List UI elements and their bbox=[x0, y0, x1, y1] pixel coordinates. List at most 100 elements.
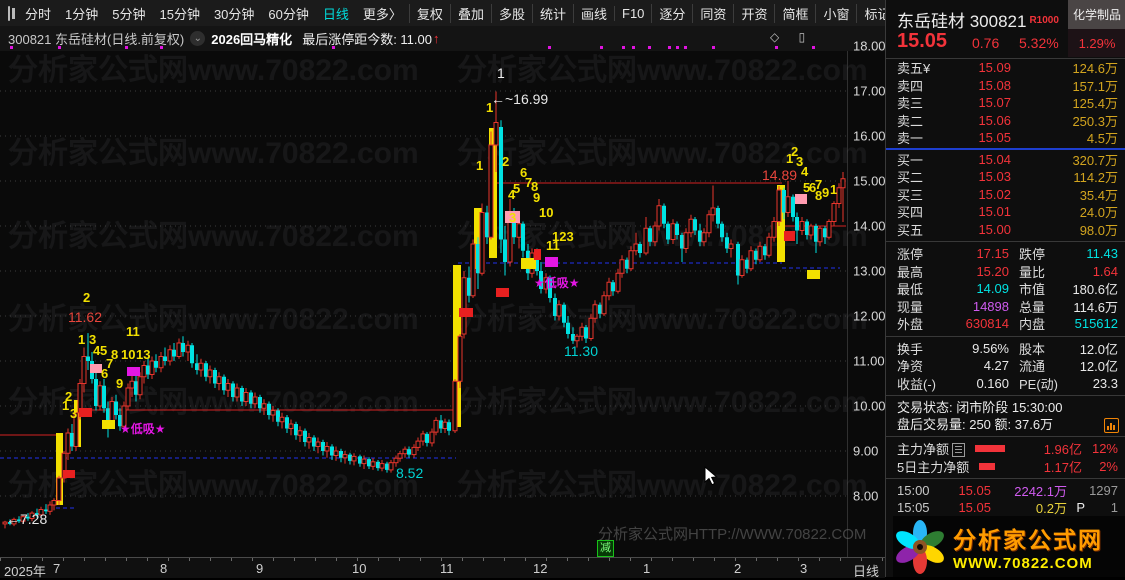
toolbar-item-叠加[interactable]: 叠加 bbox=[449, 3, 491, 23]
x-axis-month: 3 bbox=[800, 561, 808, 576]
toolbar-item-画线[interactable]: 画线 bbox=[572, 3, 614, 23]
signal-dot bbox=[648, 46, 651, 49]
signal-dot bbox=[712, 46, 715, 49]
main-net-block: 主力净额 1.96亿 12% 5日主力净额 1.17亿 2% bbox=[886, 440, 1125, 475]
x-axis-month: 9 bbox=[256, 561, 264, 576]
toolbar-item-简框[interactable]: 简框 bbox=[774, 3, 815, 23]
stat-row: 最高 15.20 量比 1.64 bbox=[897, 263, 1118, 280]
sell-row[interactable]: 卖四 15.08 157.1万 bbox=[886, 77, 1125, 95]
logo-url: WWW.70822.COM bbox=[953, 555, 1093, 572]
toolbar-item-小窗[interactable]: 小窗 bbox=[815, 3, 856, 23]
logo-site-name: 分析家公式网 bbox=[953, 527, 1103, 553]
trade-status: 交易状态: 闭市阶段 15:30:00 bbox=[897, 400, 1063, 415]
y-axis-label: 17.00 bbox=[853, 83, 886, 99]
net-inflow-bar bbox=[979, 462, 996, 470]
buy-row[interactable]: 买三 15.02 35.4万 bbox=[886, 186, 1125, 204]
main-net-row: 5日主力净额 1.17亿 2% bbox=[897, 458, 1118, 475]
stat-row: 最低 14.09 市值 180.6亿 bbox=[897, 281, 1118, 298]
signal-dot bbox=[684, 46, 687, 49]
reduce-marker-badge: 减 bbox=[597, 540, 614, 557]
sell-row[interactable]: 卖一 15.05 4.5万 bbox=[886, 129, 1125, 147]
stock-code-title: 300821 东岳硅材(日线.前复权) bbox=[8, 32, 185, 47]
buy-row[interactable]: 买四 15.01 24.0万 bbox=[886, 203, 1125, 221]
after-hours-volume: 盘后交易量: 250 额: 37.6万 bbox=[886, 416, 1125, 433]
indicator-tag: 2026回马精化 bbox=[211, 32, 293, 47]
sell-row[interactable]: 卖三 15.07 125.4万 bbox=[886, 94, 1125, 112]
toolbar-item-日线[interactable]: 日线 bbox=[316, 4, 356, 23]
detail-list-icon[interactable] bbox=[952, 442, 966, 457]
x-axis-month: 7 bbox=[53, 561, 61, 576]
industry-name: 化学制品 bbox=[1068, 0, 1125, 29]
stat-row: 现量 14898 总量 114.6万 bbox=[897, 298, 1118, 315]
last-price: 15.05 bbox=[897, 30, 948, 52]
y-axis-label: 18.00 bbox=[853, 38, 886, 54]
stat-row: 外盘 630814 内盘 515612 bbox=[897, 316, 1118, 333]
stats-block-2: 换手 9.56% 股本 12.0亿 净资 4.27 流通 12.0亿 收益(-) 0.160 PE(… bbox=[886, 340, 1125, 393]
watermark-logo: 分析家公式网 WWW.70822.COM bbox=[893, 516, 1125, 577]
x-axis-month: 2 bbox=[734, 561, 742, 576]
signal-dot bbox=[548, 46, 551, 49]
toolbar-item-分时[interactable]: 分时 bbox=[18, 4, 58, 23]
y-axis-label: 10.00 bbox=[853, 398, 886, 414]
tick-row: 15:00 15.05 2242.1万 1297 bbox=[897, 483, 1118, 499]
signal-dot bbox=[160, 46, 163, 49]
x-axis-month: 11 bbox=[440, 561, 454, 576]
toolbar-item-5分钟[interactable]: 5分钟 bbox=[105, 4, 152, 23]
price-change: 0.76 bbox=[972, 35, 1000, 51]
buy-row[interactable]: 买一 15.04 320.7万 bbox=[886, 151, 1125, 169]
after-hours-chart-icon[interactable] bbox=[1104, 418, 1119, 433]
buy-queue: 买一 15.04 320.7万 买二 15.03 114.2万 买三 15.02 35.4万 买四… bbox=[886, 151, 1125, 239]
toolbar-item-15分钟[interactable]: 15分钟 bbox=[152, 4, 206, 23]
y-axis-label: 8.00 bbox=[853, 488, 879, 504]
toolbar-item-F10[interactable]: F10 bbox=[614, 5, 651, 21]
stat-row: 净资 4.27 流通 12.0亿 bbox=[897, 358, 1118, 375]
toolbar-item-1分钟[interactable]: 1分钟 bbox=[58, 4, 105, 23]
toolbar-item-复权[interactable]: 复权 bbox=[408, 3, 450, 23]
signal-dot bbox=[632, 46, 635, 49]
signal-dot bbox=[125, 46, 128, 49]
chart-title-bar: 300821 东岳硅材(日线.前复权) ⌄ 2026回马精化 最后涨停距今数: … bbox=[0, 26, 885, 52]
buy-row[interactable]: 买二 15.03 114.2万 bbox=[886, 168, 1125, 186]
net-inflow-bar bbox=[975, 445, 1006, 453]
x-axis-month: 10 bbox=[352, 561, 367, 576]
period-label: 日线 bbox=[853, 564, 880, 579]
stat-row: 收益(-) 0.160 PE(动) 23.3 bbox=[897, 375, 1118, 392]
toolbar-item-逐分[interactable]: 逐分 bbox=[651, 3, 692, 23]
y-axis-label: 12.00 bbox=[853, 308, 886, 324]
buy-row[interactable]: 买五 15.00 98.0万 bbox=[886, 221, 1125, 239]
industry-pct: 1.29% bbox=[1068, 29, 1125, 57]
y-axis-label: 11.00 bbox=[853, 353, 885, 369]
toolbar-item-多股[interactable]: 多股 bbox=[490, 3, 532, 23]
main-net-row: 主力净额 1.96亿 12% bbox=[897, 441, 1118, 458]
signal-dot bbox=[600, 46, 603, 49]
toolbar-item-更多〉[interactable]: 更多〉 bbox=[356, 4, 409, 23]
flower-logo-icon bbox=[896, 519, 944, 574]
toolbar-item-同资[interactable]: 同资 bbox=[692, 3, 733, 23]
sell-row[interactable]: 卖五¥ 15.09 124.6万 bbox=[886, 59, 1125, 77]
y-axis-label: 13.00 bbox=[853, 263, 886, 279]
sell-row[interactable]: 卖二 15.06 250.3万 bbox=[886, 112, 1125, 130]
stat-row: 换手 9.56% 股本 12.0亿 bbox=[897, 340, 1118, 357]
dropdown-icon[interactable]: ⌄ bbox=[190, 31, 206, 46]
period-toolbar: 分时 1分钟 5分钟 15分钟 30分钟 60分钟 日线 更多〉 复权 叠加 多股 统计 画线 F10 逐分… bbox=[0, 0, 980, 27]
toolbar-item-统计[interactable]: 统计 bbox=[531, 3, 573, 23]
industry-block[interactable]: 化学制品 1.29% bbox=[1068, 0, 1125, 57]
stat-row: 涨停 17.15 跌停 11.43 bbox=[897, 246, 1118, 263]
sell-queue: 卖五¥ 15.09 124.6万 卖四 15.08 157.1万 卖三 15.07 125.4万… bbox=[886, 59, 1125, 147]
time-axis: 2025年 7 8 9 10 11 12 1 2 3 日线 bbox=[0, 557, 885, 579]
quote-header: 东岳硅材 300821 R1000 15.05 0.76 5.32% 化学制品 1… bbox=[886, 0, 1125, 59]
layout-icon[interactable] bbox=[8, 5, 15, 21]
signal-dot bbox=[58, 46, 61, 49]
tick-row: 15:05 15.05 0.2万 P 1 bbox=[897, 500, 1118, 516]
limit-up-stat: 最后涨停距今数: 11.00 bbox=[302, 32, 432, 47]
signal-dot bbox=[676, 46, 679, 49]
toolbar-item-开资[interactable]: 开资 bbox=[733, 3, 774, 23]
toolbar-item-60分钟[interactable]: 60分钟 bbox=[261, 4, 315, 23]
stats-block: 涨停 17.15 跌停 11.43 最高 15.20 量比 1.64 最低 14.09 市值 180.… bbox=[886, 245, 1125, 333]
quote-panel: 东岳硅材 300821 R1000 15.05 0.76 5.32% 化学制品 1… bbox=[885, 0, 1125, 577]
mini-window-icons[interactable]: ◇ ▯ bbox=[770, 30, 813, 44]
x-axis-month: 12 bbox=[533, 561, 548, 576]
signal-dot bbox=[332, 46, 335, 49]
toolbar-item-30分钟[interactable]: 30分钟 bbox=[207, 4, 261, 23]
chart-background bbox=[0, 51, 847, 557]
